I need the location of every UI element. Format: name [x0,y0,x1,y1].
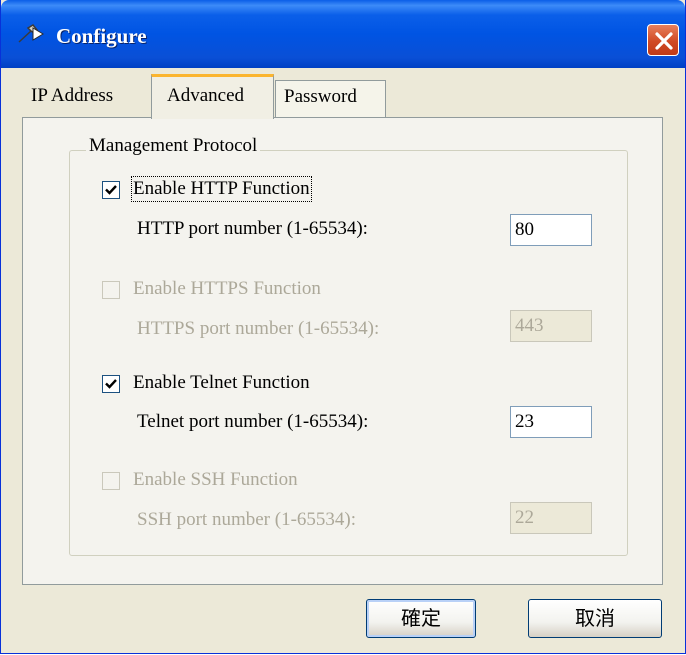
group-legend: Management Protocol [86,135,261,157]
wrench-arrow-icon [17,22,47,46]
ssh-port-label: SSH port number (1-65534): [137,509,357,530]
close-button[interactable] [647,24,679,56]
telnet-port-label: Telnet port number (1-65534): [137,411,369,432]
http-checkbox-label[interactable]: Enable HTTP Function [131,176,312,202]
https-checkbox-label[interactable]: Enable HTTPS Function [133,278,321,300]
telnet-checkbox-label[interactable]: Enable Telnet Function [133,372,310,394]
checkmark-icon [105,379,117,389]
ssh-checkbox-label[interactable]: Enable SSH Function [133,469,298,491]
telnet-checkbox[interactable] [102,375,120,393]
window-title: Configure [56,24,147,48]
checkmark-icon [105,185,117,195]
ok-button[interactable]: 確定 [366,599,476,638]
configure-dialog: Configure IP Address Advanced Password M… [0,0,686,654]
cancel-button[interactable]: 取消 [528,599,662,638]
http-port-input[interactable] [510,214,592,246]
https-checkbox[interactable] [102,281,120,299]
management-protocol-group [69,150,628,556]
tab-password[interactable]: Password [275,80,386,119]
tab-advanced[interactable]: Advanced [151,74,274,119]
ssh-port-input[interactable] [510,502,592,534]
http-checkbox[interactable] [102,181,120,199]
https-port-label: HTTPS port number (1-65534): [137,318,380,339]
https-port-input[interactable] [510,310,592,342]
tab-ip-address[interactable]: IP Address [31,85,113,107]
title-bar[interactable]: Configure [1,0,685,68]
http-port-label: HTTP port number (1-65534): [137,218,368,239]
telnet-port-input[interactable] [510,406,592,438]
ssh-checkbox[interactable] [102,472,120,490]
